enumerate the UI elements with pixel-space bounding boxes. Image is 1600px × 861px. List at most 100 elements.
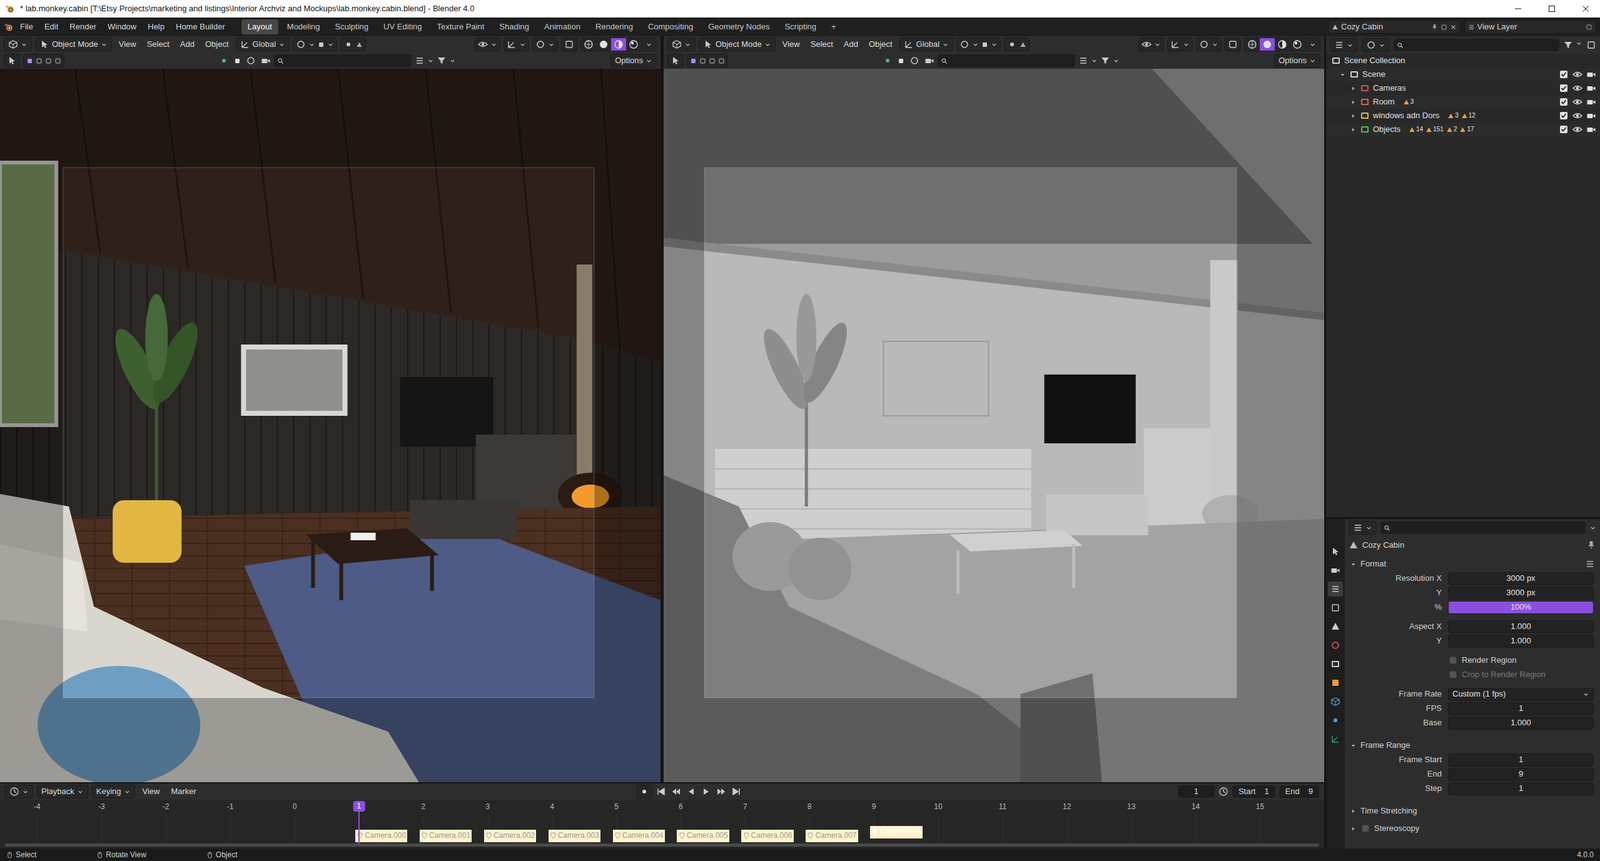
scene-selector[interactable]: Cozy Cabin bbox=[1327, 20, 1461, 34]
number-field[interactable]: 1 bbox=[1448, 782, 1594, 796]
select-mode-group[interactable] bbox=[23, 53, 65, 68]
checkbox-label[interactable]: Render Region bbox=[1461, 655, 1517, 666]
workspace-tab[interactable]: Animation bbox=[537, 19, 587, 35]
menu-item[interactable]: Edit bbox=[39, 20, 64, 34]
proportional-group[interactable] bbox=[340, 37, 366, 52]
properties-tab[interactable] bbox=[1327, 731, 1343, 747]
timeline-menu[interactable]: View bbox=[138, 786, 164, 797]
render-icon[interactable] bbox=[1586, 69, 1597, 80]
timeline-menu-label[interactable]: Playback bbox=[41, 786, 75, 797]
visibility-icon[interactable] bbox=[1572, 110, 1583, 121]
checkbox[interactable]: Render Region bbox=[1448, 655, 1594, 666]
properties-tab[interactable] bbox=[1327, 562, 1343, 578]
visibility-icon[interactable] bbox=[1572, 69, 1583, 80]
expand-icon[interactable] bbox=[1349, 112, 1357, 120]
scene-name[interactable]: Cozy Cabin bbox=[1341, 21, 1383, 32]
marker-label[interactable]: Camera.005 bbox=[686, 831, 729, 841]
outliner-row[interactable]: Objects14151217 bbox=[1326, 122, 1600, 137]
marker-label[interactable]: Camera.002 bbox=[493, 831, 535, 841]
workspace-tab[interactable]: Geometry Nodes bbox=[701, 19, 776, 35]
visibility-icon[interactable] bbox=[1572, 96, 1583, 107]
expand-icon[interactable] bbox=[1349, 98, 1357, 106]
workspace-tab[interactable]: Modeling bbox=[280, 19, 327, 35]
timeline-menu-label[interactable]: View bbox=[142, 786, 161, 797]
properties-tab[interactable] bbox=[1327, 656, 1343, 672]
field-value[interactable]: Custom (1 fps) bbox=[1452, 689, 1506, 700]
outliner-row[interactable]: Cameras bbox=[1326, 81, 1600, 96]
workspace-tab[interactable]: Shading bbox=[492, 19, 536, 35]
filter-buttons[interactable] bbox=[414, 55, 456, 66]
marker-label[interactable]: Camera.000 bbox=[364, 831, 406, 841]
asset-toggles[interactable] bbox=[882, 55, 935, 66]
select-mode-group[interactable] bbox=[686, 53, 729, 68]
editor-type-button[interactable] bbox=[667, 37, 696, 52]
viewport-menu[interactable]: View bbox=[778, 39, 804, 50]
proportional-group[interactable] bbox=[1003, 37, 1030, 52]
workspace-tab[interactable]: Compositing bbox=[641, 19, 700, 35]
playhead[interactable]: 1 bbox=[353, 801, 366, 812]
timeline-marker[interactable]: Camera.001 bbox=[419, 830, 473, 843]
orientation-label[interactable]: Global bbox=[916, 39, 941, 50]
mode-label[interactable]: Object Mode bbox=[51, 39, 99, 50]
collection-label[interactable]: Scene bbox=[1362, 69, 1386, 80]
options-icon[interactable] bbox=[1589, 524, 1597, 532]
viewport-menu[interactable]: Object bbox=[201, 39, 233, 50]
menu-item[interactable]: Render bbox=[64, 20, 102, 34]
collection-label[interactable]: Room bbox=[1372, 96, 1395, 107]
current-frame[interactable]: 1 bbox=[1184, 786, 1209, 797]
field-value[interactable]: 100% bbox=[1510, 602, 1532, 613]
timeline-marker[interactable]: Camera.005 bbox=[676, 830, 730, 843]
tool-group[interactable] bbox=[667, 53, 684, 68]
visibility-icon[interactable] bbox=[1572, 83, 1583, 94]
outliner-row[interactable]: windows adn Dors312 bbox=[1326, 108, 1600, 123]
panel-title[interactable]: Format bbox=[1360, 559, 1387, 570]
properties-tab[interactable] bbox=[1327, 694, 1343, 710]
properties-tab[interactable] bbox=[1327, 581, 1343, 597]
number-field[interactable]: 1.000 bbox=[1448, 634, 1594, 649]
timeline-marker[interactable]: Camera.008 bbox=[870, 826, 923, 839]
panel-checkbox-icon[interactable] bbox=[1360, 823, 1371, 834]
shading-button[interactable] bbox=[1259, 37, 1275, 52]
exclude-checkbox-icon[interactable] bbox=[1558, 69, 1569, 80]
number-field[interactable]: 1 bbox=[1448, 702, 1594, 716]
close-button[interactable] bbox=[1571, 0, 1600, 18]
filter-button[interactable] bbox=[1563, 40, 1583, 51]
workspace-tab[interactable]: Rendering bbox=[589, 19, 640, 35]
transport-controls[interactable] bbox=[656, 786, 742, 797]
options-label[interactable]: Options bbox=[614, 55, 644, 66]
editor-type-button[interactable] bbox=[1329, 38, 1358, 52]
xray-toggle[interactable] bbox=[561, 37, 578, 52]
orientation-dropdown[interactable]: Global bbox=[899, 37, 954, 52]
expand-icon[interactable] bbox=[1339, 71, 1347, 79]
field-value[interactable]: 1 bbox=[1518, 783, 1524, 794]
filter-buttons[interactable] bbox=[1078, 55, 1120, 66]
workspace-tab[interactable]: Scripting bbox=[778, 19, 823, 35]
options-button[interactable]: Options bbox=[1274, 53, 1321, 68]
shading-options[interactable] bbox=[641, 37, 657, 52]
workspace-tab[interactable]: Sculpting bbox=[329, 19, 375, 35]
shading-button[interactable] bbox=[1289, 37, 1305, 52]
start-frame-field[interactable]: Start1 bbox=[1232, 785, 1276, 799]
shading-button[interactable] bbox=[611, 37, 627, 52]
marker-label[interactable]: Camera.008 bbox=[879, 827, 921, 837]
exclude-checkbox-icon[interactable] bbox=[1558, 96, 1569, 107]
properties-search[interactable] bbox=[1380, 521, 1586, 535]
mode-dropdown[interactable]: Object Mode bbox=[698, 37, 776, 52]
add-workspace-button[interactable]: + bbox=[825, 19, 843, 35]
collection-label[interactable]: Scene Collection bbox=[1344, 55, 1406, 66]
material-viewport-scene[interactable] bbox=[0, 68, 661, 783]
marker-label[interactable]: Camera.006 bbox=[751, 831, 793, 841]
checkbox-icon[interactable] bbox=[1448, 655, 1459, 666]
outliner-row[interactable]: Scene bbox=[1326, 67, 1600, 82]
number-field[interactable]: 1.000 bbox=[1448, 716, 1594, 730]
panel-header[interactable]: Stereoscopy bbox=[1344, 821, 1600, 837]
timeline-ruler[interactable]: -4-3-2-10123456789101112131415Camera.000… bbox=[0, 800, 1325, 849]
current-frame-field[interactable]: 1 bbox=[1177, 785, 1215, 799]
marker-label[interactable]: Camera.003 bbox=[557, 831, 600, 841]
render-icon[interactable] bbox=[1586, 96, 1597, 107]
properties-tab[interactable] bbox=[1327, 544, 1343, 560]
collection-label[interactable]: Objects bbox=[1372, 124, 1401, 135]
shading-button[interactable] bbox=[581, 37, 597, 52]
field-value[interactable]: 1.000 bbox=[1510, 636, 1532, 647]
timeline-scrollbar[interactable] bbox=[5, 843, 1320, 847]
